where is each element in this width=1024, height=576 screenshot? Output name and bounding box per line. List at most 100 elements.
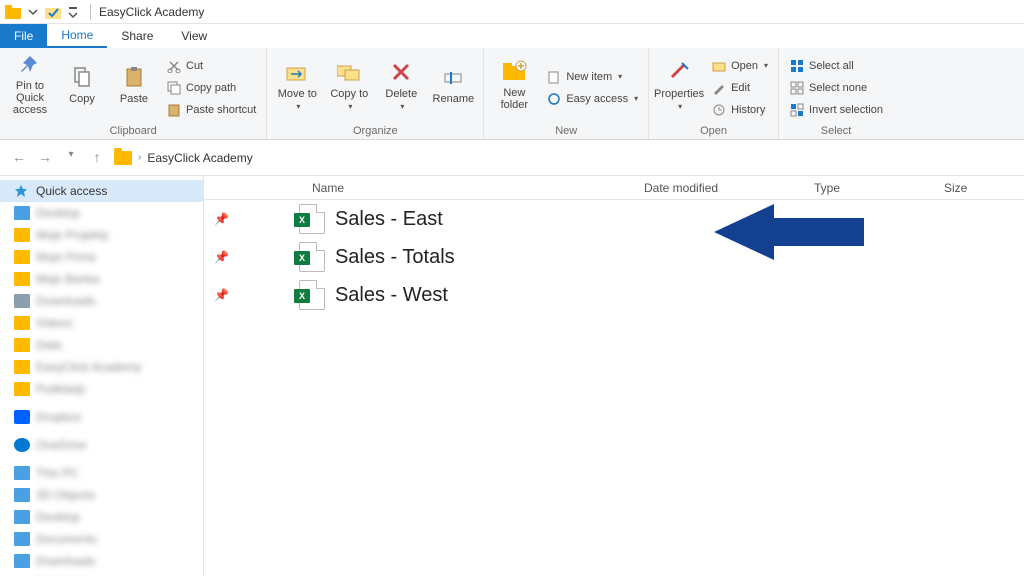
sidebar-item-label: Downloads [36, 554, 95, 568]
nav-back-button[interactable]: ← [10, 149, 28, 167]
column-headers[interactable]: Name Date modified Type Size [204, 176, 1024, 200]
breadcrumb-segment[interactable]: EasyClick Academy [147, 151, 252, 165]
pin-label: Pin to Quick access [6, 80, 54, 116]
new-item-label: New item [566, 71, 612, 83]
sidebar-item[interactable]: Moje Banka [0, 268, 203, 290]
select-all-button[interactable]: Select all [785, 56, 887, 76]
history-label: History [731, 104, 765, 116]
history-button[interactable]: History [707, 100, 772, 120]
rename-button[interactable]: Rename [429, 52, 477, 116]
window-title: EasyClick Academy [99, 5, 204, 19]
annotation-arrow [714, 204, 864, 260]
select-all-label: Select all [809, 60, 854, 72]
rename-label: Rename [433, 93, 475, 105]
file-name: Sales - East [335, 208, 443, 231]
qat-dropdown-icon[interactable] [24, 3, 42, 21]
quick-access-toolbar [4, 3, 82, 21]
nav-recent-dropdown[interactable]: ▾ [62, 149, 80, 167]
rename-icon [439, 63, 467, 91]
sidebar-item[interactable]: Data [0, 334, 203, 356]
select-group-label: Select [785, 123, 887, 137]
file-name: Sales - Totals [335, 246, 455, 269]
sidebar-item[interactable]: Desktop [0, 202, 203, 224]
file-row[interactable]: 📌 X Sales - West [204, 276, 1024, 314]
easy-access-button[interactable]: Easy access▾ [542, 89, 642, 109]
sidebar-dropbox[interactable]: Dropbox [0, 406, 203, 428]
sidebar-item[interactable]: Music [0, 572, 203, 576]
open-label: Open [731, 60, 758, 72]
file-row[interactable]: 📌 X Sales - East [204, 200, 1024, 238]
copy-button[interactable]: Copy [58, 52, 106, 116]
sidebar-onedrive[interactable]: OneDrive [0, 434, 203, 456]
sidebar-item-label: Dropbox [36, 410, 81, 424]
copy-path-button[interactable]: Copy path [162, 78, 260, 98]
sidebar-item-label: Desktop [36, 510, 80, 524]
select-none-button[interactable]: Select none [785, 78, 887, 98]
onedrive-icon [14, 438, 30, 452]
title-separator [90, 4, 91, 20]
sidebar-item[interactable]: Desktop [0, 506, 203, 528]
file-row[interactable]: 📌 X Sales - Totals [204, 238, 1024, 276]
history-icon [711, 102, 727, 118]
new-item-button[interactable]: New item▾ [542, 67, 642, 87]
sidebar-item[interactable]: EasyClick Academy [0, 356, 203, 378]
open-group-label: Open [655, 123, 772, 137]
nav-up-button[interactable]: ↑ [88, 149, 106, 167]
ribbon: Pin to Quick access Copy Paste Cut [0, 48, 1024, 140]
sidebar-item[interactable]: Downloads [0, 290, 203, 312]
sidebar-item[interactable]: Videos [0, 312, 203, 334]
excel-file-icon: X [299, 280, 325, 310]
folder-icon[interactable] [4, 3, 22, 21]
column-date-modified[interactable]: Date modified [644, 181, 814, 195]
qat-overflow-icon[interactable] [64, 3, 82, 21]
move-to-icon [283, 58, 311, 86]
nav-forward-button[interactable]: → [36, 149, 54, 167]
sidebar-item[interactable]: Moje Firma [0, 246, 203, 268]
invert-selection-button[interactable]: Invert selection [785, 100, 887, 120]
properties-button[interactable]: Properties▾ [655, 52, 703, 116]
file-list[interactable]: Name Date modified Type Size 📌 X Sales -… [204, 176, 1024, 576]
qat-checked-folder-icon[interactable] [44, 3, 62, 21]
sidebar-item[interactable]: Moje Projekty [0, 224, 203, 246]
sidebar-item-label: Moje Firma [36, 250, 96, 264]
paste-shortcut-label: Paste shortcut [186, 104, 256, 116]
cut-icon [166, 58, 182, 74]
pin-to-quick-access-button[interactable]: Pin to Quick access [6, 52, 54, 116]
tab-share[interactable]: Share [107, 24, 167, 48]
sidebar-item[interactable]: Downloads [0, 550, 203, 572]
column-size[interactable]: Size [944, 181, 1024, 195]
sidebar-item-label: Podklady [36, 382, 85, 396]
folder-icon [14, 338, 30, 352]
delete-button[interactable]: Delete▾ [377, 52, 425, 116]
tab-view[interactable]: View [167, 24, 221, 48]
sidebar-item-label: OneDrive [36, 438, 87, 452]
paste-button[interactable]: Paste [110, 52, 158, 116]
new-folder-button[interactable]: New folder [490, 52, 538, 116]
select-none-icon [789, 80, 805, 96]
cut-button[interactable]: Cut [162, 56, 260, 76]
move-to-button[interactable]: Move to▾ [273, 52, 321, 116]
sidebar-item-label: EasyClick Academy [36, 360, 141, 374]
sidebar-quick-access[interactable]: Quick access [0, 180, 203, 202]
navigation-pane[interactable]: Quick access Desktop Moje Projekty Moje … [0, 176, 204, 576]
sidebar-item[interactable]: 3D Objects [0, 484, 203, 506]
sidebar-item-label: Moje Projekty [36, 228, 109, 242]
folder-icon [14, 294, 30, 308]
tab-file[interactable]: File [0, 24, 47, 48]
edit-button[interactable]: Edit [707, 78, 772, 98]
open-button[interactable]: Open▾ [707, 56, 772, 76]
paste-shortcut-button[interactable]: Paste shortcut [162, 100, 260, 120]
column-name[interactable]: Name [204, 181, 644, 195]
select-none-label: Select none [809, 82, 867, 94]
title-bar: EasyClick Academy [0, 0, 1024, 24]
edit-icon [711, 80, 727, 96]
tab-home[interactable]: Home [47, 24, 107, 48]
column-type[interactable]: Type [814, 181, 944, 195]
cut-label: Cut [186, 60, 203, 72]
excel-file-icon: X [299, 204, 325, 234]
copy-to-button[interactable]: Copy to▾ [325, 52, 373, 116]
sidebar-item[interactable]: Podklady [0, 378, 203, 400]
sidebar-item[interactable]: Documents [0, 528, 203, 550]
breadcrumb[interactable]: › EasyClick Academy [114, 151, 253, 165]
sidebar-this-pc[interactable]: This PC [0, 462, 203, 484]
